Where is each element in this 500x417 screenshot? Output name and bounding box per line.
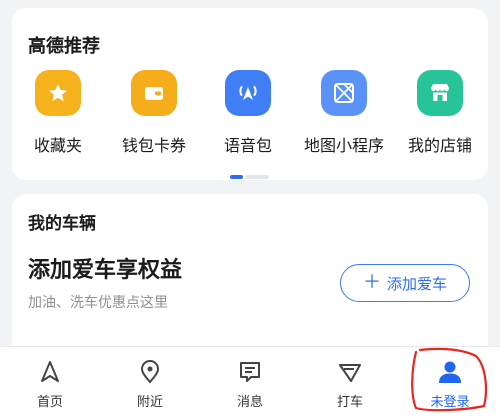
- recommend-title: 高德推荐: [28, 36, 100, 57]
- tab-label: 附近: [136, 395, 163, 410]
- store-icon: [417, 70, 463, 116]
- tab-nearby[interactable]: 附近: [110, 359, 190, 410]
- plus-icon: ＋: [362, 272, 381, 293]
- navigation-arrow-icon: [41, 361, 59, 382]
- tab-messages[interactable]: 消息: [210, 359, 290, 410]
- recommend-item-mini-program[interactable]: 地图小程序: [298, 70, 390, 156]
- location-pin-icon: [140, 360, 160, 384]
- recommend-item-store[interactable]: 我的店铺: [394, 70, 486, 156]
- vehicle-subtitle: 加油、洗车优惠点这里: [28, 295, 168, 311]
- recommend-item-label: 我的店铺: [407, 136, 472, 155]
- page-indicator-inactive: [245, 175, 269, 179]
- add-car-label: 添加爱车: [386, 274, 447, 293]
- tab-label: 打车: [336, 395, 363, 410]
- tab-label: 消息: [236, 395, 263, 410]
- recommend-item-label: 语音包: [223, 136, 272, 155]
- recommend-item-label: 钱包卡券: [121, 136, 186, 155]
- mini-program-icon: [321, 70, 367, 116]
- message-icon: [240, 362, 260, 382]
- vehicle-section-title: 我的车辆: [28, 214, 96, 234]
- wallet-icon: [131, 70, 177, 116]
- tab-label: 未登录: [430, 395, 470, 410]
- recommend-item-favorites[interactable]: 收藏夹: [12, 70, 104, 156]
- recommend-card: 高德推荐 收藏夹 钱包卡券 语音包 地图小程序 我的店铺: [12, 8, 488, 180]
- user-icon: [439, 361, 461, 383]
- bottom-tab-bar: 首页 附近 消息 打车 未登录: [0, 346, 500, 417]
- recommend-item-label: 收藏夹: [33, 136, 82, 155]
- recommend-item-voice-pack[interactable]: 语音包: [202, 70, 294, 156]
- tab-home[interactable]: 首页: [10, 359, 90, 410]
- add-car-button[interactable]: ＋ 添加爱车: [340, 264, 470, 302]
- page-indicator-active: [230, 175, 243, 179]
- taxi-icon: [339, 364, 361, 382]
- recommend-item-wallet[interactable]: 钱包卡券: [108, 70, 200, 156]
- tab-taxi[interactable]: 打车: [310, 359, 390, 410]
- page-indicator: [230, 175, 270, 179]
- star-icon: [35, 70, 81, 116]
- tab-login[interactable]: 未登录: [410, 359, 490, 410]
- voice-pack-icon: [225, 70, 271, 116]
- recommend-item-label: 地图小程序: [303, 136, 384, 155]
- tab-label: 首页: [36, 395, 63, 410]
- vehicle-headline: 添加爱车享权益: [28, 258, 183, 283]
